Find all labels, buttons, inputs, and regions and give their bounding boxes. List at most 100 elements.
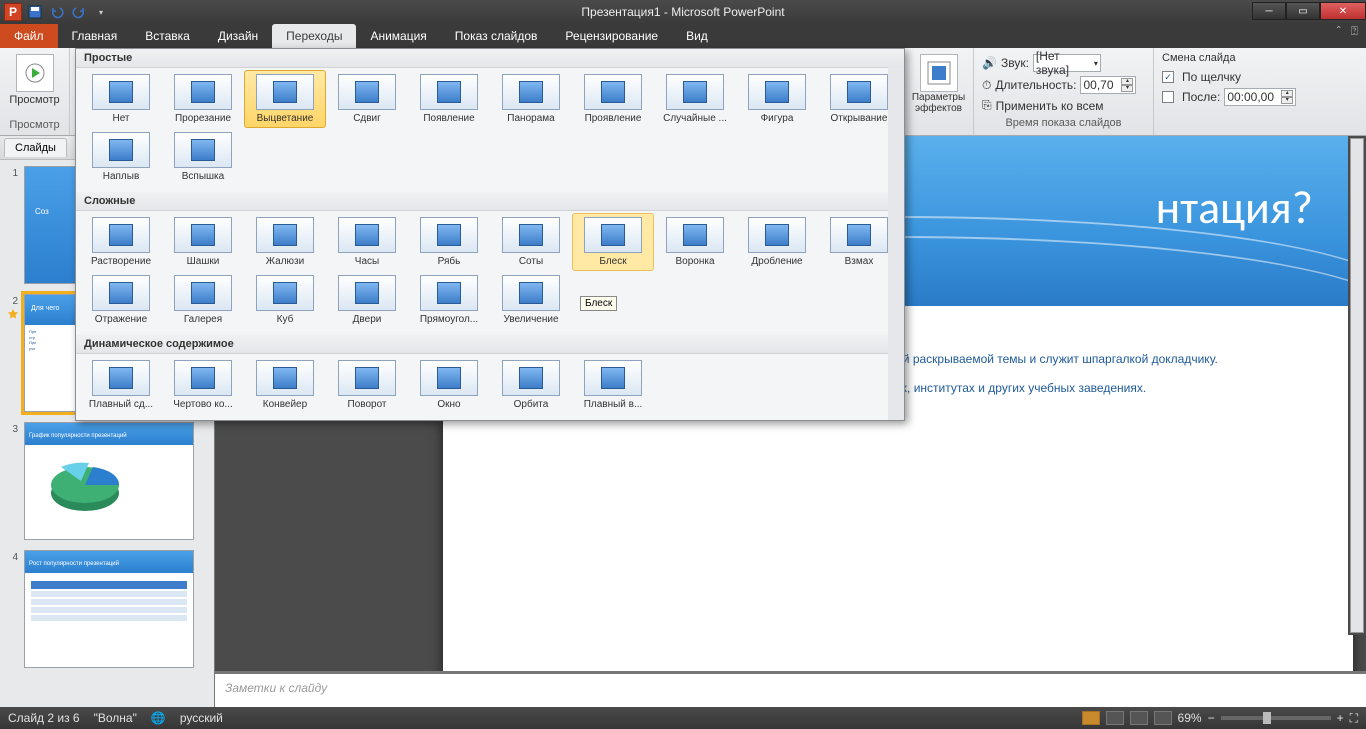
zoom-in-button[interactable]: + <box>1337 711 1344 725</box>
tab-home[interactable]: Главная <box>58 24 132 48</box>
transition-появление[interactable]: Появление <box>408 70 490 128</box>
view-reading-button[interactable] <box>1130 711 1148 725</box>
view-normal-button[interactable] <box>1082 711 1100 725</box>
transition-icon <box>420 74 478 110</box>
slide-text-1: диторией раскрываемой темы и служит шпар… <box>857 352 1218 366</box>
redo-icon[interactable] <box>70 3 88 21</box>
tab-review[interactable]: Рецензирование <box>551 24 672 48</box>
transition-растворение[interactable]: Растворение <box>80 213 162 271</box>
sound-dropdown[interactable]: [Нет звука]▾ <box>1033 54 1101 72</box>
transition-icon <box>420 217 478 253</box>
advance-title: Смена слайда <box>1162 52 1336 64</box>
transition-блеск[interactable]: Блеск <box>572 213 654 271</box>
transition-прямоугол[interactable]: Прямоугол... <box>408 271 490 329</box>
transition-label: Двери <box>327 314 407 325</box>
fit-to-window-button[interactable]: ⛶ <box>1350 711 1358 726</box>
transition-плавныйсд[interactable]: Плавный сд... <box>80 356 162 414</box>
transition-label: Воронка <box>655 256 735 267</box>
transition-наплыв[interactable]: Наплыв <box>80 128 162 186</box>
app-icon[interactable]: P <box>4 3 22 21</box>
close-button[interactable]: ✕ <box>1320 2 1366 20</box>
transition-воронка[interactable]: Воронка <box>654 213 736 271</box>
tab-animations[interactable]: Анимация <box>356 24 440 48</box>
transition-поворот[interactable]: Поворот <box>326 356 408 414</box>
tab-slideshow[interactable]: Показ слайдов <box>441 24 552 48</box>
tab-transitions[interactable]: Переходы <box>272 24 356 48</box>
gallery-scrollbar[interactable] <box>888 67 904 420</box>
transition-конвейер[interactable]: Конвейер <box>244 356 326 414</box>
after-input[interactable]: 00:00,00▴▾ <box>1224 88 1296 106</box>
transition-увеличение[interactable]: Увеличение <box>490 271 572 329</box>
tab-view[interactable]: Вид <box>672 24 722 48</box>
zoom-slider[interactable] <box>1221 716 1331 720</box>
transition-чертовоко[interactable]: Чертово ко... <box>162 356 244 414</box>
thumb-4-wrap[interactable]: 4 Рост популярности презентаций <box>6 550 208 668</box>
effect-options-button[interactable] <box>920 54 958 92</box>
transition-шашки[interactable]: Шашки <box>162 213 244 271</box>
transition-label: Соты <box>491 256 571 267</box>
transition-label: Увеличение <box>491 314 571 325</box>
transition-icon <box>748 74 806 110</box>
transition-label: Галерея <box>163 314 243 325</box>
transition-выцветание[interactable]: Выцветание <box>244 70 326 128</box>
transition-соты[interactable]: Соты <box>490 213 572 271</box>
transition-случайные[interactable]: Случайные ... <box>654 70 736 128</box>
transition-icon <box>584 217 642 253</box>
save-icon[interactable] <box>26 3 44 21</box>
maximize-button[interactable]: ▭ <box>1286 2 1320 20</box>
vertical-scrollbar[interactable] <box>1348 136 1366 635</box>
transition-icon <box>92 74 150 110</box>
onclick-checkbox[interactable]: ✓ <box>1162 71 1174 83</box>
transition-часы[interactable]: Часы <box>326 213 408 271</box>
transition-icon <box>338 275 396 311</box>
transition-галерея[interactable]: Галерея <box>162 271 244 329</box>
undo-icon[interactable] <box>48 3 66 21</box>
transition-вспышка[interactable]: Вспышка <box>162 128 244 186</box>
transition-нет[interactable]: Нет <box>80 70 162 128</box>
zoom-level[interactable]: 69% <box>1178 711 1202 725</box>
minimize-button[interactable]: ─ <box>1252 2 1286 20</box>
view-sorter-button[interactable] <box>1106 711 1124 725</box>
transition-отражение[interactable]: Отражение <box>80 271 162 329</box>
thumb-3-wrap[interactable]: 3 График популярности презентаций <box>6 422 208 540</box>
transition-icon <box>830 217 888 253</box>
transition-сдвиг[interactable]: Сдвиг <box>326 70 408 128</box>
transition-панорама[interactable]: Панорама <box>490 70 572 128</box>
preview-button[interactable] <box>16 54 54 92</box>
play-animation-icon[interactable] <box>8 309 18 319</box>
view-slideshow-button[interactable] <box>1154 711 1172 725</box>
zoom-out-button[interactable]: − <box>1208 711 1215 725</box>
transition-фигура[interactable]: Фигура <box>736 70 818 128</box>
after-checkbox[interactable] <box>1162 91 1174 103</box>
transition-двери[interactable]: Двери <box>326 271 408 329</box>
transition-label: Куб <box>245 314 325 325</box>
tab-insert[interactable]: Вставка <box>131 24 204 48</box>
qat-dropdown-icon[interactable]: ▾ <box>92 3 110 21</box>
apply-to-all-button[interactable]: ⎘ Применить ко всем <box>982 98 1145 113</box>
status-lang[interactable]: русский <box>180 711 223 725</box>
window-buttons: ─ ▭ ✕ <box>1252 4 1366 20</box>
ribbon-help-icon[interactable]: ˆ ⍰ <box>1329 24 1366 48</box>
transition-орбита[interactable]: Орбита <box>490 356 572 414</box>
transition-куб[interactable]: Куб <box>244 271 326 329</box>
slides-tab[interactable]: Слайды <box>4 138 67 157</box>
tab-file[interactable]: Файл <box>0 24 58 48</box>
duration-input[interactable]: 00,70▴▾ <box>1080 76 1136 94</box>
tab-design[interactable]: Дизайн <box>204 24 272 48</box>
transition-плавныйв[interactable]: Плавный в... <box>572 356 654 414</box>
lang-icon[interactable]: 🌐 <box>151 711 166 725</box>
transition-label: Блеск <box>573 256 653 267</box>
transition-label: Наплыв <box>81 171 161 182</box>
thumb-1-num: 1 <box>6 166 18 284</box>
transition-рябь[interactable]: Рябь <box>408 213 490 271</box>
notes-pane[interactable]: Заметки к слайду <box>215 671 1366 707</box>
transition-прорезание[interactable]: Прорезание <box>162 70 244 128</box>
transition-icon <box>256 360 314 396</box>
transition-проявление[interactable]: Проявление <box>572 70 654 128</box>
ribbon: Просмотр Просмотр Параметры эффектов 🔊 З… <box>0 48 1366 136</box>
transition-дробление[interactable]: Дробление <box>736 213 818 271</box>
transition-label: Фигура <box>737 113 817 124</box>
transition-окно[interactable]: Окно <box>408 356 490 414</box>
transition-жалюзи[interactable]: Жалюзи <box>244 213 326 271</box>
transition-icon <box>502 217 560 253</box>
